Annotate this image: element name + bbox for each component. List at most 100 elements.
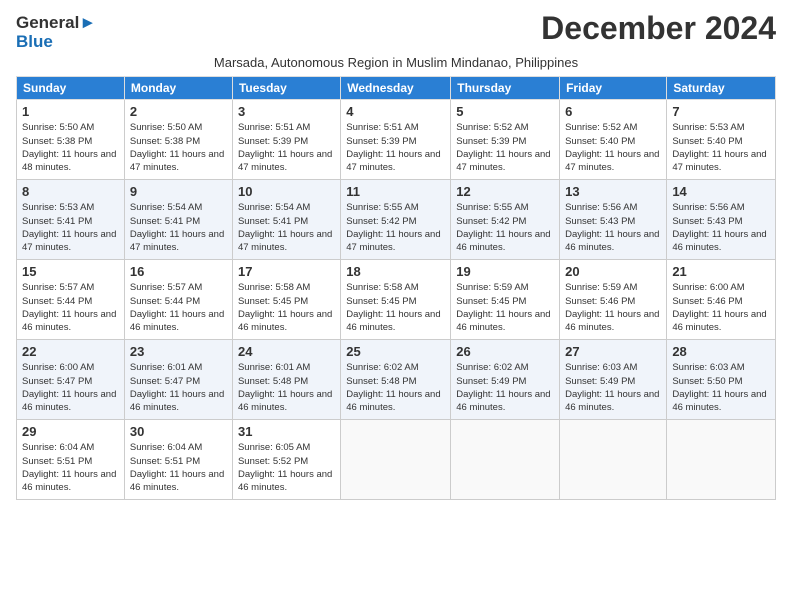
day-info: Sunrise: 5:57 AMSunset: 5:44 PMDaylight:…	[130, 282, 224, 333]
day-number: 28	[672, 344, 770, 359]
day-info: Sunrise: 5:55 AMSunset: 5:42 PMDaylight:…	[456, 202, 550, 253]
day-info: Sunrise: 6:02 AMSunset: 5:48 PMDaylight:…	[346, 362, 440, 413]
calendar-cell: 19 Sunrise: 5:59 AMSunset: 5:45 PMDaylig…	[451, 260, 560, 340]
calendar-cell: 26 Sunrise: 6:02 AMSunset: 5:49 PMDaylig…	[451, 340, 560, 420]
day-info: Sunrise: 5:50 AMSunset: 5:38 PMDaylight:…	[22, 122, 116, 173]
day-info: Sunrise: 5:59 AMSunset: 5:45 PMDaylight:…	[456, 282, 550, 333]
header: General► Blue December 2024	[16, 10, 776, 51]
calendar-cell: 31 Sunrise: 6:05 AMSunset: 5:52 PMDaylig…	[232, 420, 340, 500]
calendar-cell: 30 Sunrise: 6:04 AMSunset: 5:51 PMDaylig…	[124, 420, 232, 500]
day-info: Sunrise: 5:54 AMSunset: 5:41 PMDaylight:…	[238, 202, 332, 253]
day-info: Sunrise: 6:04 AMSunset: 5:51 PMDaylight:…	[130, 442, 224, 493]
day-number: 18	[346, 264, 445, 279]
calendar-week-row: 22 Sunrise: 6:00 AMSunset: 5:47 PMDaylig…	[17, 340, 776, 420]
calendar-cell: 23 Sunrise: 6:01 AMSunset: 5:47 PMDaylig…	[124, 340, 232, 420]
day-number: 4	[346, 104, 445, 119]
day-number: 26	[456, 344, 554, 359]
subtitle: Marsada, Autonomous Region in Muslim Min…	[16, 55, 776, 70]
calendar-week-row: 15 Sunrise: 5:57 AMSunset: 5:44 PMDaylig…	[17, 260, 776, 340]
calendar-cell: 3 Sunrise: 5:51 AMSunset: 5:39 PMDayligh…	[232, 100, 340, 180]
day-number: 15	[22, 264, 119, 279]
day-info: Sunrise: 5:56 AMSunset: 5:43 PMDaylight:…	[565, 202, 659, 253]
logo-text2: Blue	[16, 33, 96, 52]
day-number: 12	[456, 184, 554, 199]
day-number: 20	[565, 264, 661, 279]
day-info: Sunrise: 6:04 AMSunset: 5:51 PMDaylight:…	[22, 442, 116, 493]
logo: General► Blue	[16, 14, 96, 51]
day-number: 13	[565, 184, 661, 199]
calendar-cell: 17 Sunrise: 5:58 AMSunset: 5:45 PMDaylig…	[232, 260, 340, 340]
day-info: Sunrise: 5:53 AMSunset: 5:40 PMDaylight:…	[672, 122, 766, 173]
logo-text: General►	[16, 14, 96, 33]
weekday-header: Saturday	[667, 77, 776, 100]
calendar-cell: 13 Sunrise: 5:56 AMSunset: 5:43 PMDaylig…	[560, 180, 667, 260]
calendar-cell: 1 Sunrise: 5:50 AMSunset: 5:38 PMDayligh…	[17, 100, 125, 180]
calendar-cell: 18 Sunrise: 5:58 AMSunset: 5:45 PMDaylig…	[341, 260, 451, 340]
day-number: 16	[130, 264, 227, 279]
calendar-week-row: 8 Sunrise: 5:53 AMSunset: 5:41 PMDayligh…	[17, 180, 776, 260]
day-info: Sunrise: 5:58 AMSunset: 5:45 PMDaylight:…	[346, 282, 440, 333]
calendar-cell	[560, 420, 667, 500]
calendar-cell: 7 Sunrise: 5:53 AMSunset: 5:40 PMDayligh…	[667, 100, 776, 180]
day-info: Sunrise: 6:03 AMSunset: 5:50 PMDaylight:…	[672, 362, 766, 413]
calendar-cell	[341, 420, 451, 500]
day-number: 11	[346, 184, 445, 199]
calendar-cell: 25 Sunrise: 6:02 AMSunset: 5:48 PMDaylig…	[341, 340, 451, 420]
day-info: Sunrise: 5:54 AMSunset: 5:41 PMDaylight:…	[130, 202, 224, 253]
day-number: 31	[238, 424, 335, 439]
day-number: 2	[130, 104, 227, 119]
day-info: Sunrise: 5:55 AMSunset: 5:42 PMDaylight:…	[346, 202, 440, 253]
calendar-cell: 29 Sunrise: 6:04 AMSunset: 5:51 PMDaylig…	[17, 420, 125, 500]
calendar-table: SundayMondayTuesdayWednesdayThursdayFrid…	[16, 76, 776, 500]
day-number: 5	[456, 104, 554, 119]
month-title: December 2024	[541, 10, 776, 47]
day-number: 30	[130, 424, 227, 439]
day-number: 17	[238, 264, 335, 279]
calendar-cell: 5 Sunrise: 5:52 AMSunset: 5:39 PMDayligh…	[451, 100, 560, 180]
day-info: Sunrise: 5:53 AMSunset: 5:41 PMDaylight:…	[22, 202, 116, 253]
day-info: Sunrise: 5:56 AMSunset: 5:43 PMDaylight:…	[672, 202, 766, 253]
day-info: Sunrise: 5:51 AMSunset: 5:39 PMDaylight:…	[238, 122, 332, 173]
day-number: 8	[22, 184, 119, 199]
calendar-cell: 10 Sunrise: 5:54 AMSunset: 5:41 PMDaylig…	[232, 180, 340, 260]
calendar-cell: 15 Sunrise: 5:57 AMSunset: 5:44 PMDaylig…	[17, 260, 125, 340]
calendar-cell: 2 Sunrise: 5:50 AMSunset: 5:38 PMDayligh…	[124, 100, 232, 180]
calendar-cell: 16 Sunrise: 5:57 AMSunset: 5:44 PMDaylig…	[124, 260, 232, 340]
calendar-cell: 27 Sunrise: 6:03 AMSunset: 5:49 PMDaylig…	[560, 340, 667, 420]
day-number: 29	[22, 424, 119, 439]
calendar-cell: 24 Sunrise: 6:01 AMSunset: 5:48 PMDaylig…	[232, 340, 340, 420]
day-info: Sunrise: 6:00 AMSunset: 5:46 PMDaylight:…	[672, 282, 766, 333]
calendar-cell: 21 Sunrise: 6:00 AMSunset: 5:46 PMDaylig…	[667, 260, 776, 340]
day-info: Sunrise: 6:05 AMSunset: 5:52 PMDaylight:…	[238, 442, 332, 493]
day-number: 24	[238, 344, 335, 359]
day-info: Sunrise: 5:58 AMSunset: 5:45 PMDaylight:…	[238, 282, 332, 333]
day-number: 3	[238, 104, 335, 119]
calendar-cell: 28 Sunrise: 6:03 AMSunset: 5:50 PMDaylig…	[667, 340, 776, 420]
calendar-week-row: 1 Sunrise: 5:50 AMSunset: 5:38 PMDayligh…	[17, 100, 776, 180]
page: General► Blue December 2024 Marsada, Aut…	[0, 0, 792, 510]
day-info: Sunrise: 5:52 AMSunset: 5:39 PMDaylight:…	[456, 122, 550, 173]
calendar-cell: 9 Sunrise: 5:54 AMSunset: 5:41 PMDayligh…	[124, 180, 232, 260]
day-info: Sunrise: 6:01 AMSunset: 5:47 PMDaylight:…	[130, 362, 224, 413]
day-number: 23	[130, 344, 227, 359]
weekday-header: Monday	[124, 77, 232, 100]
weekday-header: Sunday	[17, 77, 125, 100]
calendar-cell: 8 Sunrise: 5:53 AMSunset: 5:41 PMDayligh…	[17, 180, 125, 260]
day-number: 22	[22, 344, 119, 359]
day-info: Sunrise: 6:00 AMSunset: 5:47 PMDaylight:…	[22, 362, 116, 413]
calendar-cell: 20 Sunrise: 5:59 AMSunset: 5:46 PMDaylig…	[560, 260, 667, 340]
day-info: Sunrise: 5:50 AMSunset: 5:38 PMDaylight:…	[130, 122, 224, 173]
day-info: Sunrise: 5:57 AMSunset: 5:44 PMDaylight:…	[22, 282, 116, 333]
day-number: 27	[565, 344, 661, 359]
day-number: 9	[130, 184, 227, 199]
calendar-cell: 12 Sunrise: 5:55 AMSunset: 5:42 PMDaylig…	[451, 180, 560, 260]
weekday-header: Thursday	[451, 77, 560, 100]
calendar-cell	[451, 420, 560, 500]
day-info: Sunrise: 6:01 AMSunset: 5:48 PMDaylight:…	[238, 362, 332, 413]
day-info: Sunrise: 5:51 AMSunset: 5:39 PMDaylight:…	[346, 122, 440, 173]
day-info: Sunrise: 6:03 AMSunset: 5:49 PMDaylight:…	[565, 362, 659, 413]
calendar-cell: 11 Sunrise: 5:55 AMSunset: 5:42 PMDaylig…	[341, 180, 451, 260]
day-number: 6	[565, 104, 661, 119]
calendar-week-row: 29 Sunrise: 6:04 AMSunset: 5:51 PMDaylig…	[17, 420, 776, 500]
day-number: 14	[672, 184, 770, 199]
